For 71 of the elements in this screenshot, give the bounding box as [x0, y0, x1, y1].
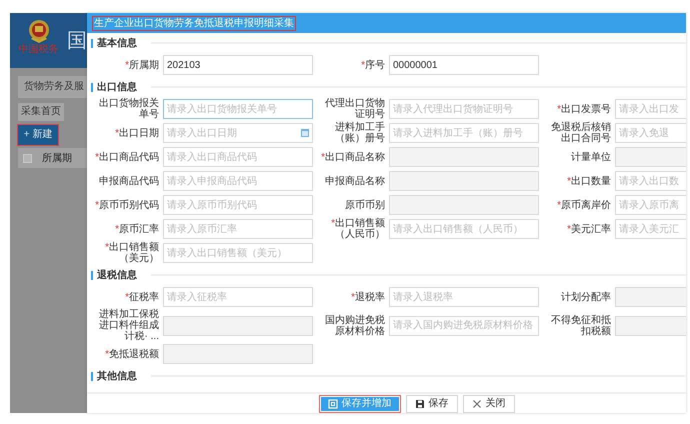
date-field[interactable]: 请录入出口日期	[163, 123, 313, 143]
close-icon	[472, 398, 482, 408]
tab[interactable]: 采集首页	[18, 103, 64, 121]
input-field[interactable]: 请录入退税率	[389, 287, 539, 307]
input-field[interactable]: 请录入出口销售额（人民币）	[389, 219, 539, 239]
field-label: *出口销售额（美元）	[104, 242, 159, 264]
section-marker	[91, 82, 93, 92]
input-field[interactable]: 请录入申报商品代码	[163, 171, 313, 191]
close-button[interactable]: 关闭	[462, 394, 514, 412]
dialog-title: 生产企业出口货物劳务免抵退税申报明细采集	[93, 16, 295, 30]
field-label: 申报商品名称	[324, 176, 385, 186]
section-title: 基本信息	[97, 36, 137, 50]
input-field[interactable]: 请录入进料加工手（账）册号	[389, 123, 539, 143]
field-label: *出口商品名称	[320, 152, 385, 162]
input-field[interactable]: 请录入国内购进免税原材料价格	[389, 316, 539, 336]
field-label: *出口日期	[114, 128, 159, 138]
section-marker	[91, 270, 93, 280]
new-button[interactable]: + 新建	[18, 125, 58, 145]
save-button[interactable]: 保存	[406, 394, 458, 412]
field-label: 原币币别	[344, 200, 385, 210]
input-field[interactable]: 请录入出口商品代码	[163, 147, 313, 167]
input-field[interactable]: 请录入出口发	[615, 99, 686, 119]
field-label: *原币离岸价	[556, 200, 611, 210]
input-field[interactable]: 请录入出口货物报关单号	[163, 99, 313, 119]
section-title: 其他信息	[97, 370, 137, 384]
emblem-icon	[28, 19, 50, 43]
field-label: 不得免征和抵扣税额	[550, 314, 611, 336]
field-label: *序号	[360, 60, 385, 70]
breadcrumb-text: 货物劳务及服	[18, 76, 87, 98]
field-label: *美元汇率	[566, 224, 611, 234]
field-label: 国内购进免税原材料价格	[324, 314, 385, 336]
input-field[interactable]: 请录入代理出口货物证明号	[389, 99, 539, 119]
input-field[interactable]: 请录入免退	[615, 123, 686, 143]
field-label: 免退税后核销出口合同号	[550, 122, 611, 144]
site-title: 国	[67, 31, 87, 54]
copy-icon	[328, 398, 338, 408]
input-field[interactable]: 请录入原币汇率	[163, 219, 313, 239]
field-label: *原币币别代码	[94, 200, 159, 210]
field-label: *出口商品代码	[94, 152, 159, 162]
field-label: *出口数量	[566, 176, 611, 186]
input-field[interactable]: 请录入原币离	[615, 195, 686, 215]
field-label: 代理出口货物证明号	[324, 98, 385, 120]
input-field[interactable]: 00000001	[389, 55, 539, 75]
field-label: *出口发票号	[556, 104, 611, 114]
input-field[interactable]: 请录入出口销售额（美元）	[163, 243, 313, 263]
section-marker	[91, 38, 93, 48]
field-label: *出口销售额（人民币）	[330, 218, 385, 240]
section-title: 出口信息	[97, 80, 137, 94]
calendar-icon	[301, 129, 309, 137]
field-label: 进料加工手（账）册号	[334, 122, 385, 144]
input-field[interactable]: 请录入出口数	[615, 171, 686, 191]
field-label: 进料加工保税进口料件组成计税· ...	[98, 309, 159, 342]
input-field[interactable]: 请录入美元汇	[615, 219, 686, 239]
input-field[interactable]: 请录入征税率	[163, 287, 313, 307]
field-label: 计划分配率	[560, 292, 611, 302]
field-label: *原币汇率	[114, 224, 159, 234]
checkbox[interactable]	[23, 154, 32, 162]
field-label: 出口货物报关单号	[98, 98, 159, 120]
field-label: *退税率	[350, 292, 385, 302]
section-marker	[91, 372, 93, 380]
logo-text: 中国税务	[18, 45, 58, 55]
column-header: 所属期	[42, 152, 72, 166]
save-icon	[414, 398, 424, 408]
field-label: *征税率	[124, 292, 159, 302]
section-title: 退税信息	[97, 268, 137, 282]
input-field[interactable]: 202103	[163, 55, 313, 75]
field-label: *所属期	[124, 60, 159, 70]
field-label: 计量单位	[570, 152, 611, 162]
field-label: *免抵退税额	[104, 348, 159, 360]
field-label: 申报商品代码	[98, 176, 159, 186]
input-field[interactable]: 请录入原币币别代码	[163, 195, 313, 215]
